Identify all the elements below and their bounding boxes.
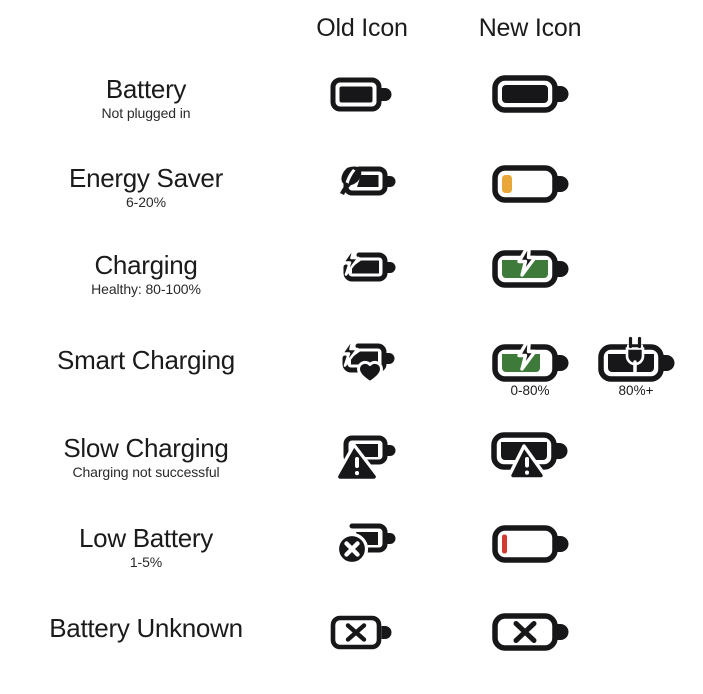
battery-error-circle-old-icon (316, 510, 408, 574)
row-label-low-battery: Low Battery 1-5% (0, 523, 292, 571)
battery-warning-new-icon (484, 425, 576, 489)
battery-low-orange-new-icon (484, 152, 576, 216)
battery-full-new-icon (484, 62, 576, 126)
battery-x-old-icon (316, 600, 408, 664)
battery-full-old-icon (316, 62, 408, 126)
row-subtitle: 1-5% (129, 554, 163, 571)
row-title: Smart Charging (57, 345, 235, 375)
battery-x-new-icon (484, 600, 576, 664)
row-label-charging: Charging Healthy: 80-100% (0, 250, 292, 298)
row-label-smart-charging: Smart Charging (0, 345, 292, 377)
row-label-slow-charging: Slow Charging Charging not successful (0, 433, 292, 481)
battery-bolt-heart-old-icon (316, 330, 408, 394)
icon-comparison-sheet: Old Icon New Icon Battery Not plugged in (0, 0, 703, 694)
row-subtitle: Charging not successful (72, 464, 220, 481)
new-icon-caption-2: 80%+ (618, 383, 654, 398)
row-subtitle: 6-20% (126, 194, 166, 211)
row-title: Charging (94, 250, 198, 280)
battery-critical-red-new-icon (484, 512, 576, 576)
row-title: Low Battery (79, 523, 213, 553)
column-header-old-icon: Old Icon (316, 14, 408, 42)
row-label-battery: Battery Not plugged in (0, 74, 292, 122)
row-subtitle: Healthy: 80-100% (91, 281, 201, 298)
new-icon-caption: 0-80% (510, 383, 550, 398)
battery-charging-green-new-icon (484, 236, 576, 300)
battery-leaf-old-icon (316, 150, 408, 214)
battery-bolt-old-icon (316, 236, 408, 300)
row-label-battery-unknown: Battery Unknown (0, 613, 292, 645)
column-header-new-icon: New Icon (478, 14, 582, 42)
row-title: Energy Saver (69, 163, 223, 193)
row-subtitle: Not plugged in (101, 105, 191, 122)
battery-warning-old-icon (316, 425, 408, 489)
row-title: Battery Unknown (49, 613, 243, 643)
row-title: Slow Charging (63, 433, 229, 463)
row-label-energy-saver: Energy Saver 6-20% (0, 163, 292, 211)
row-title: Battery (105, 74, 187, 104)
